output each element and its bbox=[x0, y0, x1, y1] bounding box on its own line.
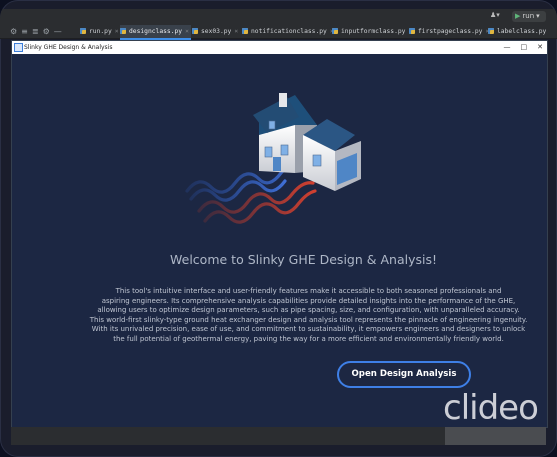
description-line: This tool's intuitive interface and user… bbox=[115, 287, 502, 295]
python-file-icon bbox=[192, 27, 198, 34]
clideo-watermark: clideo bbox=[443, 388, 539, 428]
python-file-icon bbox=[332, 27, 338, 34]
close-icon[interactable]: × bbox=[115, 28, 119, 35]
description-line: This world-first slinky-type ground heat… bbox=[89, 315, 528, 324]
tab-inputformclass[interactable]: inputformclass.py× bbox=[332, 25, 412, 38]
tab-designclass[interactable]: designclass.py × bbox=[120, 25, 191, 40]
open-design-analysis-button[interactable]: Open Design Analysis bbox=[337, 361, 471, 388]
tab-firstpageclass[interactable]: firstpageclass.py× bbox=[409, 25, 489, 38]
close-icon[interactable]: × bbox=[185, 28, 189, 35]
expand-icon[interactable]: ≣ bbox=[32, 25, 39, 38]
status-bar-right bbox=[445, 427, 546, 445]
description-line: allowing users to optimize design parame… bbox=[97, 306, 520, 315]
python-file-icon bbox=[242, 27, 248, 34]
close-window-button[interactable]: ✕ bbox=[537, 41, 543, 54]
welcome-heading: Welcome to Slinky GHE Design & Analysis! bbox=[170, 252, 437, 267]
app-window: Slinky GHE Design & Analysis — □ ✕ Welco… bbox=[11, 40, 548, 428]
screen-frame: ♟▾ ▶ run ▾ ⚙ ≡ ≣ ⚙ — run.py × designclass.p… bbox=[0, 0, 557, 457]
window-title: Slinky GHE Design & Analysis bbox=[24, 44, 113, 51]
minimize-window-button[interactable]: — bbox=[504, 41, 511, 54]
tab-label: designclass.py bbox=[129, 28, 183, 35]
run-config-dropdown[interactable]: ▶ run ▾ bbox=[512, 11, 546, 22]
user-icon[interactable]: ♟▾ bbox=[490, 11, 510, 22]
collapse-icon[interactable]: ≡ bbox=[21, 25, 28, 38]
house-ghe-illustration bbox=[185, 93, 361, 224]
python-file-icon bbox=[120, 27, 126, 34]
python-file-icon bbox=[488, 27, 494, 34]
ide-toolbar: ♟▾ ▶ run ▾ bbox=[0, 9, 557, 26]
tab-labelclass[interactable]: labelclass.py bbox=[488, 25, 546, 38]
close-icon[interactable]: × bbox=[234, 28, 238, 35]
slinky-loop-hot bbox=[197, 181, 317, 224]
app-icon bbox=[14, 43, 23, 52]
description: This tool's intuitive interface and user… bbox=[76, 287, 541, 345]
description-line: With its unrivaled precision, ease of us… bbox=[91, 325, 526, 334]
description-line: the full potential of geothermal energy,… bbox=[113, 334, 504, 343]
tab-notificationclass[interactable]: notificationclass.py× bbox=[242, 25, 334, 38]
run-icon: ▶ bbox=[515, 12, 521, 20]
tab-label: notificationclass.py bbox=[251, 28, 327, 35]
tab-label: inputformclass.py bbox=[341, 28, 406, 35]
tab-label: sex03.py bbox=[201, 28, 232, 35]
python-file-icon bbox=[80, 27, 86, 34]
gear-icon[interactable]: ⚙ bbox=[10, 25, 17, 38]
chevron-down-icon: ▾ bbox=[536, 12, 540, 20]
window-titlebar[interactable]: Slinky GHE Design & Analysis — □ ✕ bbox=[12, 41, 547, 54]
tab-label: firstpageclass.py bbox=[418, 28, 483, 35]
tab-run[interactable]: run.py × bbox=[80, 25, 119, 38]
tab-label: labelclass.py bbox=[497, 28, 547, 35]
editor-tabs: ⚙ ≡ ≣ ⚙ — run.py × designclass.py × sex03.… bbox=[0, 25, 557, 40]
description-line: aspiring engineers. Its comprehensive an… bbox=[101, 296, 516, 305]
maximize-window-button[interactable]: □ bbox=[521, 41, 528, 54]
minimize-icon[interactable]: — bbox=[54, 25, 62, 38]
python-file-icon bbox=[409, 27, 415, 34]
tab-sex03[interactable]: sex03.py × bbox=[192, 25, 238, 38]
settings-icon[interactable]: ⚙ bbox=[43, 25, 50, 38]
run-config-label: run bbox=[522, 12, 535, 20]
tab-label: run.py bbox=[89, 28, 112, 35]
